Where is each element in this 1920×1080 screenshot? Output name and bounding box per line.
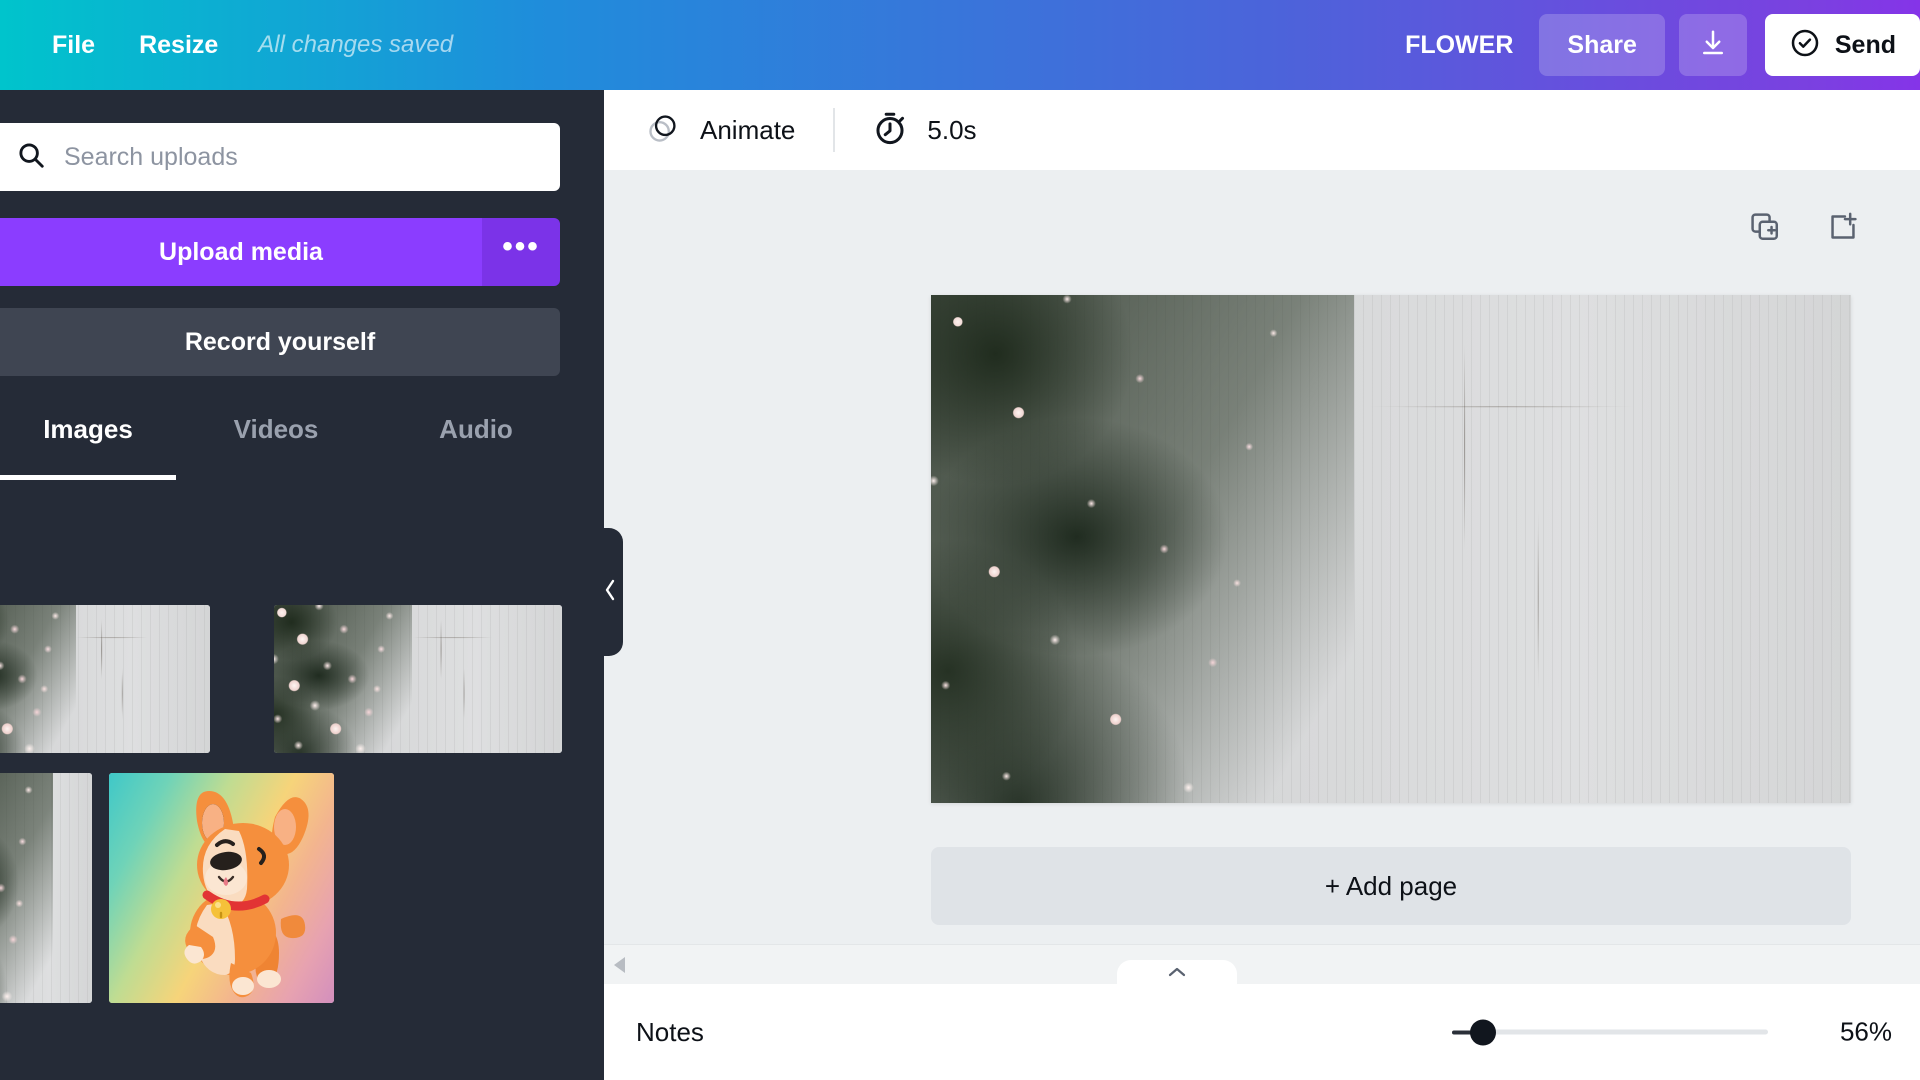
canvas-page[interactable]	[931, 295, 1851, 803]
record-yourself-button[interactable]: Record yourself	[0, 308, 560, 376]
page-duration-button[interactable]: 5.0s	[857, 101, 990, 160]
top-bar-right-group: FLOWER Share Send	[1379, 0, 1920, 90]
file-menu-button[interactable]: File	[30, 21, 117, 70]
top-bar: File Resize All changes saved FLOWER Sha…	[0, 0, 1920, 90]
design-title[interactable]: FLOWER	[1379, 31, 1539, 60]
duplicate-page-button[interactable]	[1748, 210, 1782, 249]
search-icon	[16, 140, 46, 175]
animate-circles-icon	[644, 109, 682, 152]
upload-thumbnail-corgi[interactable]	[109, 773, 334, 1003]
top-bar-left-group: File Resize All changes saved	[0, 21, 471, 70]
upload-row: Upload media •••	[0, 218, 560, 286]
resize-button[interactable]: Resize	[117, 21, 240, 70]
sidebar-collapse-handle[interactable]	[597, 528, 623, 656]
toolbar-divider	[833, 108, 836, 152]
zoom-slider-track[interactable]	[1470, 1019, 1768, 1045]
upload-thumbnail-flower-2[interactable]	[274, 605, 562, 753]
horizontal-scrollbar[interactable]	[604, 944, 1920, 984]
corgi-illustration	[109, 773, 334, 1003]
tab-audio[interactable]: Audio	[376, 408, 576, 480]
notes-button[interactable]: Notes	[636, 1017, 704, 1048]
page-actions-group	[1748, 210, 1860, 249]
send-button[interactable]: Send	[1764, 14, 1920, 76]
download-button[interactable]	[1678, 14, 1747, 76]
page-duration-label: 5.0s	[927, 114, 977, 145]
flower-wall-art	[274, 605, 562, 753]
upload-thumbnail-flower-3[interactable]	[0, 773, 92, 1003]
zoom-control: 56%	[1452, 1017, 1892, 1048]
triangle-left-icon[interactable]	[614, 956, 625, 973]
stopwatch-icon	[871, 109, 909, 152]
uploads-thumbnail-grid	[0, 500, 604, 1003]
animate-button[interactable]: Animate	[628, 101, 811, 160]
search-uploads-field[interactable]	[0, 123, 560, 191]
editor-toolbar: Animate 5.0s	[604, 90, 1920, 170]
corgi-dog-icon	[184, 791, 309, 998]
tab-images[interactable]: Images	[0, 408, 176, 480]
upload-more-options-button[interactable]: •••	[482, 218, 560, 286]
flower-wall-canvas-image	[931, 295, 1851, 803]
add-page-button[interactable]: + Add page	[931, 847, 1851, 925]
duplicate-page-icon	[1748, 210, 1782, 249]
share-button[interactable]: Share	[1539, 14, 1665, 76]
bottom-panel: Notes 56%	[604, 960, 1920, 1080]
send-button-label: Send	[1834, 30, 1896, 59]
uploads-sidebar: Upload media ••• Record yourself Images …	[0, 90, 604, 1080]
download-icon	[1698, 28, 1728, 63]
add-page-icon	[1826, 210, 1860, 249]
save-status-text: All changes saved	[258, 31, 454, 58]
add-page-icon-button[interactable]	[1826, 210, 1860, 249]
animate-label: Animate	[700, 114, 796, 145]
flower-wall-art	[0, 773, 92, 1003]
chevron-left-icon	[602, 577, 618, 608]
upload-thumbnail-flower-1[interactable]	[0, 605, 210, 753]
bottom-panel-expand-handle[interactable]	[1117, 960, 1237, 986]
flower-wall-art	[0, 605, 210, 753]
zoom-percent-label: 56%	[1839, 1016, 1892, 1047]
minus-icon[interactable]	[1452, 1030, 1472, 1034]
search-input[interactable]	[64, 142, 504, 172]
upload-media-button[interactable]: Upload media	[0, 218, 482, 286]
editor-area: Animate 5.0s + Add page Notes 56%	[604, 90, 1920, 1080]
zoom-slider-handle[interactable]	[1470, 1019, 1496, 1045]
uploads-tabs: Images Videos Audio	[0, 408, 604, 480]
chevron-up-icon	[1166, 965, 1188, 984]
tab-videos[interactable]: Videos	[176, 408, 376, 480]
check-circle-icon	[1789, 27, 1821, 64]
